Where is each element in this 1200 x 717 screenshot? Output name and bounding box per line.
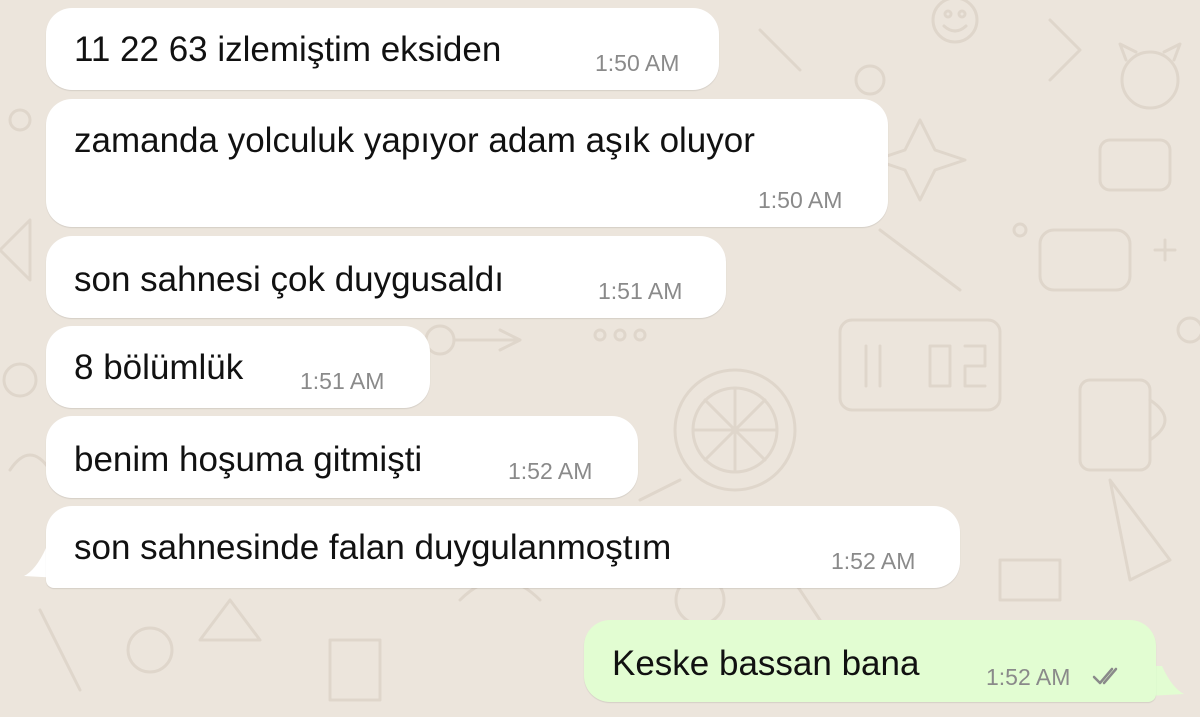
incoming-message-bubble[interactable]: benim hoşuma gitmişti 1:52 AM [46, 416, 638, 498]
double-check-icon [1092, 667, 1118, 685]
message-timestamp: 1:52 AM [831, 548, 916, 574]
message-timestamp: 1:51 AM [598, 278, 683, 304]
incoming-message-bubble[interactable]: son sahnesi çok duygusaldı 1:51 AM [46, 236, 726, 318]
incoming-message-bubble[interactable]: 8 bölümlük 1:51 AM [46, 326, 430, 408]
message-text: 8 bölümlük [74, 348, 244, 387]
incoming-message-bubble[interactable]: zamanda yolculuk yapıyor adam aşık oluyo… [46, 99, 888, 227]
message-timestamp: 1:50 AM [595, 50, 680, 76]
message-text: Keske bassan bana [612, 644, 920, 683]
message-timestamp: 1:52 AM [508, 458, 593, 484]
message-text: son sahnesinde falan duygulanmoştım [74, 528, 672, 567]
message-timestamp: 1:51 AM [300, 368, 385, 394]
message-text: 11 22 63 izlemiştim eksiden [74, 30, 502, 69]
incoming-message-bubble[interactable]: son sahnesinde falan duygulanmoştım 1:52… [46, 506, 960, 588]
message-text: zamanda yolculuk yapıyor adam aşık oluyo… [74, 121, 755, 160]
message-timestamp: 1:52 AM [986, 664, 1071, 690]
chat-conversation: 11 22 63 izlemiştim eksiden 1:50 AM zama… [0, 0, 1200, 717]
outgoing-message-bubble[interactable]: Keske bassan bana 1:52 AM [584, 620, 1156, 702]
message-text: benim hoşuma gitmişti [74, 440, 423, 479]
message-timestamp: 1:50 AM [758, 187, 843, 213]
message-text: son sahnesi çok duygusaldı [74, 260, 504, 299]
incoming-message-bubble[interactable]: 11 22 63 izlemiştim eksiden 1:50 AM [46, 8, 719, 90]
